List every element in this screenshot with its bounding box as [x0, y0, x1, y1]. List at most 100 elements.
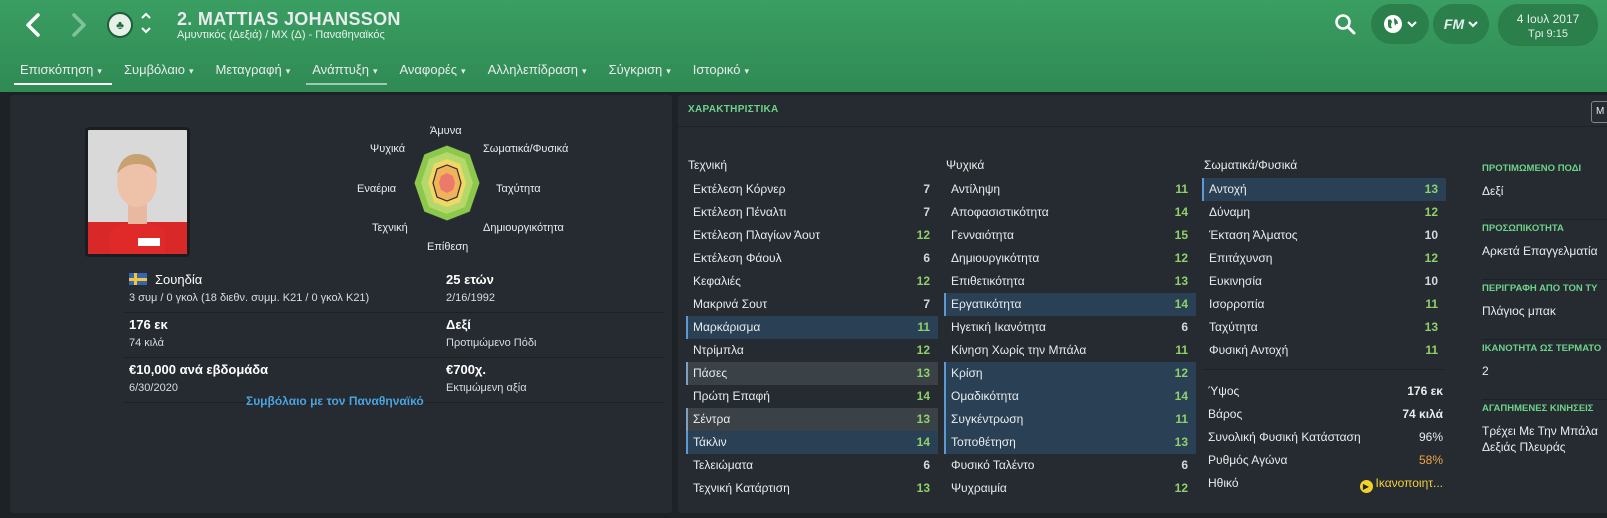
attribute-row[interactable]: Εκτέλεση Φάουλ 6 — [686, 247, 938, 270]
tab-transfer[interactable]: Μεταγραφή ▾ — [210, 60, 301, 85]
stat-row-match-fitness: Ρυθμός Αγώνα 58% — [1208, 453, 1443, 467]
forward-arrow-icon[interactable] — [62, 8, 96, 42]
tab-contract[interactable]: Συμβόλαιο ▾ — [118, 60, 204, 85]
divider — [678, 126, 1607, 127]
international-caps: 3 συμ / 0 γκολ (18 διεθν. συμμ. Κ21 / 0 … — [129, 292, 370, 304]
tab-interaction[interactable]: Αλληλεπίδραση ▾ — [482, 60, 597, 85]
attributes-section-title: ΧΑΡΑΚΤΗΡΙΣΤΙΚΑ — [688, 104, 779, 115]
player-age: 25 ετών — [446, 272, 494, 287]
game-date: 4 Ιουλ 2017 — [1516, 12, 1580, 26]
attribute-row[interactable]: Εκτέλεση Πέναλτι 7 — [686, 201, 938, 224]
attribute-row[interactable]: Έκταση Άλματος 10 — [1202, 224, 1446, 247]
technical-attributes-column: Τεχνική Εκτέλεση Κόρνερ 7 Εκτέλεση Πέναλτ… — [686, 158, 938, 500]
date-of-birth: 2/16/1992 — [446, 292, 495, 304]
attribute-row[interactable]: Γενναιότητα 15 — [944, 224, 1196, 247]
preferred-foot-block: ΠΡΟΤΙΜΩΜΕΝΟ ΠΟΔΙ Δεξί — [1482, 160, 1607, 220]
stat-row-weight: Βάρος 74 κιλά — [1208, 407, 1443, 421]
club-badge-icon[interactable]: ♣ — [107, 12, 133, 38]
attribute-row[interactable]: Εκτέλεση Πλαγίων Άουτ 12 — [686, 224, 938, 247]
contract-link[interactable]: Συμβόλαιο με τον Παναθηναϊκό — [246, 394, 424, 408]
favourite-moves-block: ΑΓΑΠΗΜΕΝΕΣ ΚΙΝΗΣΕΙΣ Τρέχει Με Την Μπάλα … — [1482, 403, 1598, 454]
attributes-options-button[interactable]: Μ — [1591, 101, 1607, 123]
attribute-row[interactable]: Εκτέλεση Κόρνερ 7 — [686, 178, 938, 201]
attribute-row[interactable]: Ψυχραιμία 12 — [944, 477, 1196, 500]
top-header-bar: ♣ 2. MATTIAS JOHANSSON Αμυντικός (Δεξιά)… — [0, 0, 1607, 92]
preferred-foot: Δεξί — [446, 317, 471, 332]
attribute-row[interactable]: Δύναμη 12 — [1202, 201, 1446, 224]
player-photo — [85, 127, 190, 257]
tab-reports[interactable]: Αναφορές ▾ — [393, 60, 475, 85]
attribute-row-key[interactable]: Κρίση 12 — [944, 362, 1196, 385]
physical-attributes-column: Σωματικά/Φυσικά Αντοχή 13 Δύναμη 12 Έκταση… — [1202, 158, 1446, 362]
radar-label-technique: Τεχνική — [372, 222, 408, 234]
attribute-row[interactable]: Ισορροπία 11 — [1202, 293, 1446, 316]
technical-header: Τεχνική — [688, 158, 727, 172]
player-info-grid: Σουηδία 3 συμ / 0 γκολ (18 διεθν. συμμ. … — [123, 268, 665, 403]
attribute-row-key[interactable]: Συγκέντρωση 11 — [944, 408, 1196, 431]
player-wage: €10,000 ανά εβδομάδα — [129, 362, 269, 377]
attribute-row-selected[interactable]: Σέντρα 13 — [686, 408, 938, 431]
contract-end-date: 6/30/2020 — [129, 382, 178, 394]
player-switch-arrows[interactable] — [140, 10, 152, 40]
tab-history[interactable]: Ιστορικό ▾ — [687, 60, 759, 85]
attribute-row[interactable]: Επιθετικότητα 13 — [944, 270, 1196, 293]
player-title: 2. MATTIAS JOHANSSON — [177, 9, 401, 29]
player-height: 176 εκ — [129, 317, 168, 332]
attribute-row[interactable]: Φυσικό Ταλέντο 6 — [944, 454, 1196, 477]
info-row-height-foot: 176 εκ 74 κιλά Δεξί Προτιμώμενο Πόδι — [123, 313, 665, 358]
mental-attributes-column: Ψυχικά Αντίληψη 11 Αποφασιστικότητα 14 Γεν… — [944, 158, 1196, 500]
preferred-foot-label: Προτιμώμενο Πόδι — [446, 337, 537, 349]
attribute-row[interactable]: Επιτάχυνση 12 — [1202, 247, 1446, 270]
attribute-row[interactable]: Κίνηση Χωρίς την Μπάλα 11 — [944, 339, 1196, 362]
info-row-nationality-age: Σουηδία 3 συμ / 0 γκολ (18 διεθν. συμμ. … — [123, 268, 665, 313]
personality-block: ΠΡΟΣΩΠΙΚΟΤΗΤΑ Αρκετά Επαγγελματία — [1482, 220, 1607, 280]
stat-row-morale[interactable]: Ηθικό ▶ Ικανοποιητ... — [1202, 472, 1446, 495]
attribute-row[interactable]: Αντίληψη 11 — [944, 178, 1196, 201]
attribute-row-key[interactable]: Τάκλιν 14 — [686, 431, 938, 454]
player-subtitle: Αμυντικός (Δεξιά) / ΜΧ (Δ) - Παναθηναϊκό… — [177, 29, 385, 41]
stat-row-condition: Συνολική Φυσική Κατάσταση 96% — [1208, 430, 1443, 444]
search-icon[interactable] — [1334, 13, 1356, 35]
attribute-row[interactable]: Φυσική Αντοχή 11 — [1202, 339, 1446, 362]
attribute-row[interactable]: Ταχύτητα 13 — [1202, 316, 1446, 339]
back-arrow-icon[interactable] — [16, 8, 50, 42]
tab-development[interactable]: Ανάπτυξη ▾ — [306, 60, 388, 85]
tab-comparison[interactable]: Σύγκριση ▾ — [603, 60, 681, 85]
tab-overview[interactable]: Επισκόπηση ▾ — [14, 60, 112, 85]
nationality[interactable]: Σουηδία — [155, 272, 202, 287]
attribute-row-key[interactable]: Μαρκάρισμα 11 — [686, 316, 938, 339]
attribute-row[interactable]: Ευκινησία 10 — [1202, 270, 1446, 293]
radar-label-aerial: Εναέρια — [357, 183, 397, 195]
attribute-row[interactable]: Δημιουργικότητα 12 — [944, 247, 1196, 270]
radar-label-mental: Ψυχικά — [370, 143, 406, 155]
attribute-row[interactable]: Ντρίμπλα 12 — [686, 339, 938, 362]
coach-description-block: ΠΕΡΙΓΡΑΦΗ ΑΠΟ ΤΟΝ ΤΥ Πλάγιος μπακ — [1482, 280, 1607, 340]
attribute-row[interactable]: Τεχνική Κατάρτιση 13 — [686, 477, 938, 500]
attribute-row[interactable]: Κεφαλιές 12 — [686, 270, 938, 293]
globe-menu-button[interactable] — [1371, 4, 1429, 44]
attribute-row-key[interactable]: Ομαδικότητα 14 — [944, 385, 1196, 408]
attribute-row[interactable]: Τελειώματα 6 — [686, 454, 938, 477]
radar-label-creativity: Δημιουργικότητα — [483, 222, 564, 234]
morale-icon: ▶ — [1359, 480, 1373, 493]
attribute-row-key[interactable]: Τοποθέτηση 13 — [944, 431, 1196, 454]
physical-header: Σωματικά/Φυσικά — [1204, 158, 1298, 172]
radar-label-speed: Ταχύτητα — [496, 183, 541, 195]
player-tabs: Επισκόπηση ▾ Συμβόλαιο ▾ Μεταγραφή ▾ Ανάπτυ… — [14, 60, 765, 85]
attribute-row-key[interactable]: Εργατικότητα 14 — [944, 293, 1196, 316]
attribute-row[interactable]: Αποφασιστικότητα 14 — [944, 201, 1196, 224]
date-continue-button[interactable]: 4 Ιουλ 2017 Τρι 9:15 — [1498, 4, 1598, 46]
fm-menu-button[interactable]: FM — [1433, 4, 1489, 44]
attribute-row[interactable]: Ηγετική Ικανότητα 6 — [944, 316, 1196, 339]
attribute-row-key[interactable]: Αντοχή 13 — [1202, 178, 1446, 201]
stat-row-height: Ύψος 176 εκ — [1208, 384, 1443, 398]
physical-stats: Ύψος 176 εκ Βάρος 74 κιλά Συνολική Φυσική … — [1202, 380, 1446, 495]
attribute-row[interactable]: Πρώτη Επαφή 14 — [686, 385, 938, 408]
value-label: Εκτιμώμενη αξία — [446, 382, 527, 394]
player-weight: 74 κιλά — [129, 337, 164, 349]
attribute-row[interactable]: Μακρινά Σουτ 7 — [686, 293, 938, 316]
attribute-row-selected[interactable]: Πάσες 13 — [686, 362, 938, 385]
radar-label-defence: Άμυνα — [430, 125, 462, 137]
mental-header: Ψυχικά — [946, 158, 985, 172]
divider — [1202, 369, 1444, 370]
